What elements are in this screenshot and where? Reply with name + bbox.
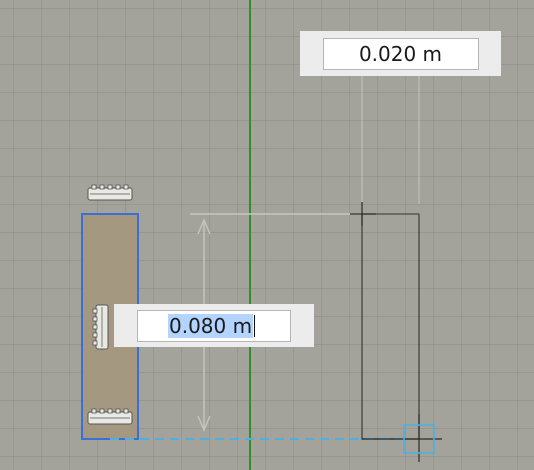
width-dimension-box: 0.020 m <box>300 31 501 76</box>
width-dimension-value: 0.020 m <box>358 41 443 66</box>
resize-handle-icon[interactable] <box>87 184 133 201</box>
resize-handle-icon[interactable] <box>87 408 133 425</box>
width-dimension-field[interactable]: 0.020 m <box>322 37 479 70</box>
canvas-viewport[interactable]: 0.020 m 0.080 m <box>0 0 534 470</box>
text-caret <box>254 314 256 337</box>
height-dimension-value: 0.080 m <box>168 313 254 338</box>
height-dimension-box: 0.080 m <box>114 304 314 347</box>
resize-handle-icon[interactable] <box>92 304 109 350</box>
height-dimension-input[interactable]: 0.080 m <box>137 309 291 342</box>
draft-rectangle[interactable] <box>361 213 420 440</box>
